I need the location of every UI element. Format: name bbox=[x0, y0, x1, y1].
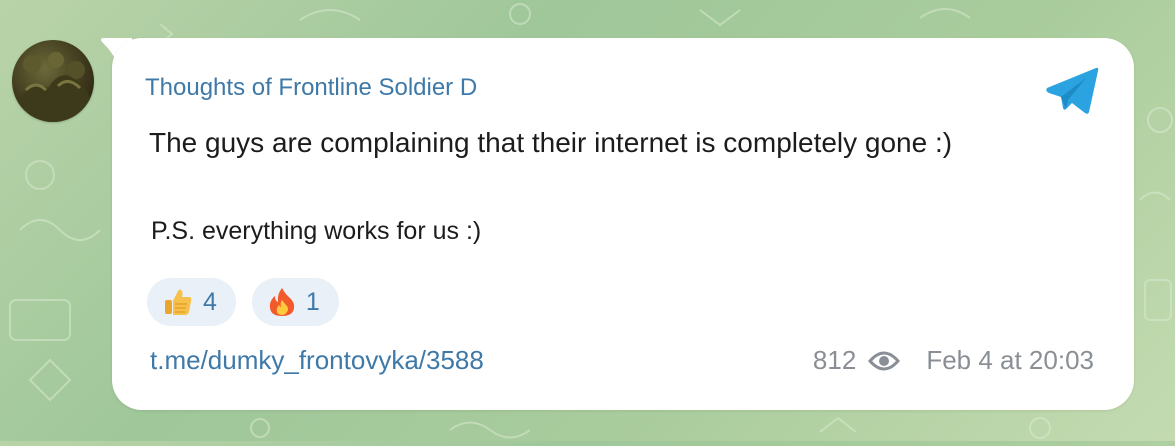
post-link[interactable]: t.me/dumky_frontovyka/3588 bbox=[150, 345, 484, 376]
telegram-logo-icon[interactable] bbox=[1044, 64, 1100, 116]
reaction-fire[interactable]: 1 bbox=[251, 278, 339, 326]
reaction-count: 1 bbox=[305, 287, 320, 316]
view-count: 812 bbox=[812, 345, 857, 375]
post-meta: 812 Feb 4 at 20:03 bbox=[813, 345, 1094, 376]
fire-icon bbox=[268, 287, 296, 317]
reaction-count: 4 bbox=[203, 287, 217, 316]
postscript-text: P.S. everything works for us :) bbox=[151, 217, 482, 245]
channel-avatar[interactable] bbox=[12, 40, 94, 122]
post-timestamp: Feb 4 at 20:03 bbox=[926, 345, 1094, 375]
reaction-thumbs-up[interactable]: 4 bbox=[147, 278, 236, 326]
thumbs-up-icon bbox=[163, 287, 193, 317]
message-text: The guys are complaining that their inte… bbox=[149, 127, 953, 158]
reactions-bar: 4 1 bbox=[147, 278, 339, 326]
message-bubble: Thoughts of Frontline Soldier D The guys… bbox=[112, 38, 1134, 410]
eye-icon bbox=[868, 351, 901, 370]
channel-name[interactable]: Thoughts of Frontline Soldier D bbox=[145, 74, 477, 102]
